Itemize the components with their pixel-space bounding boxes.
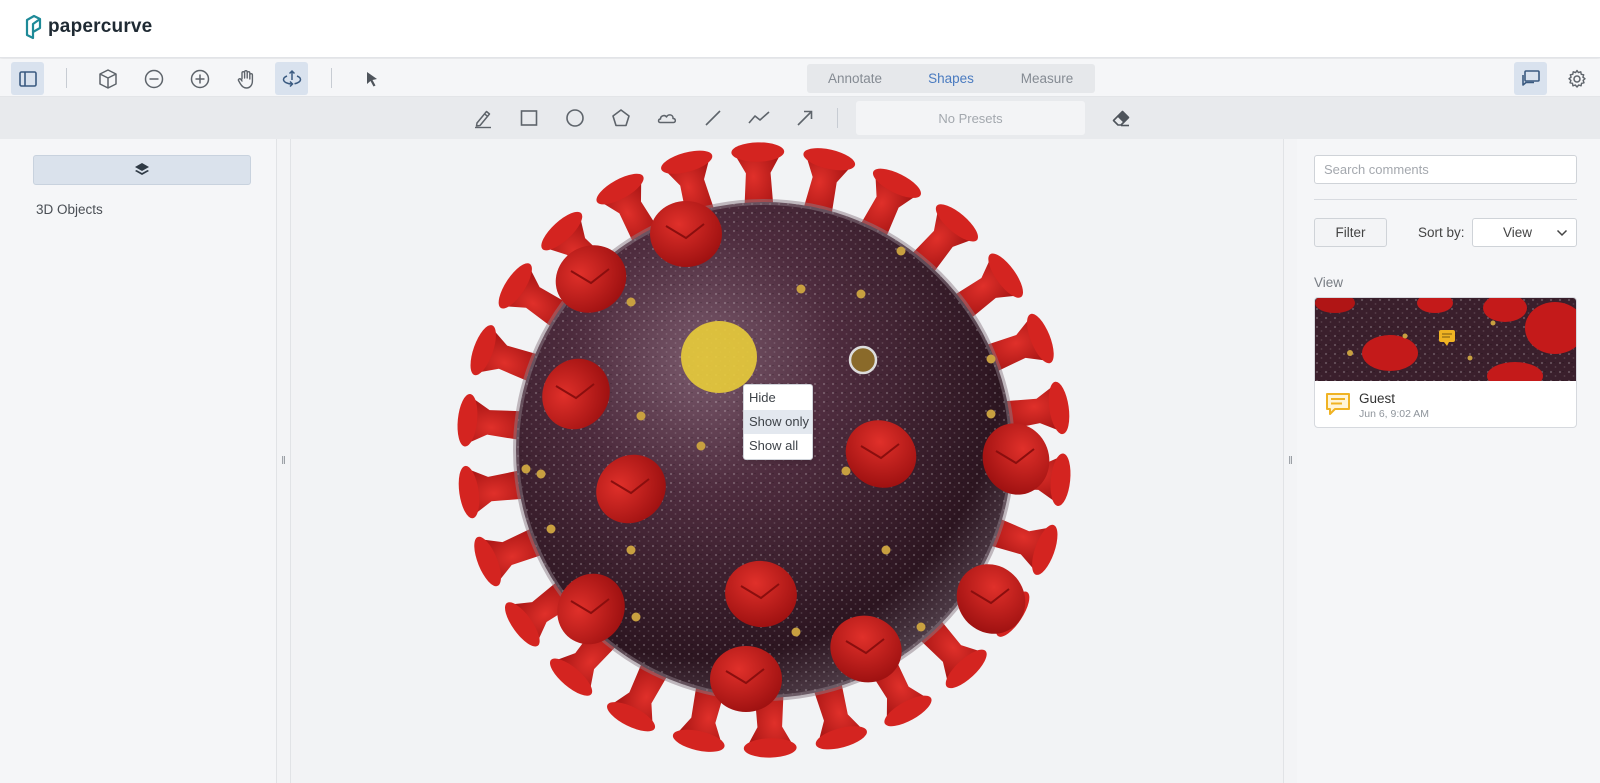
spike-protein[interactable] <box>710 646 782 712</box>
3d-viewport[interactable]: Hide Show only Show all <box>291 139 1283 783</box>
membrane-protein <box>896 246 906 256</box>
membrane-protein <box>986 354 996 364</box>
layers-button[interactable] <box>33 155 251 185</box>
comment-card[interactable]: Guest Jun 6, 9:02 AM <box>1314 297 1577 428</box>
comment-thumbnail <box>1315 298 1576 381</box>
filter-button[interactable]: Filter <box>1314 218 1387 247</box>
polyline-tool-button[interactable] <box>744 103 774 133</box>
membrane-protein <box>536 469 546 479</box>
membrane-protein <box>796 284 806 294</box>
pan-hand-icon <box>237 69 253 89</box>
right-panel-resize-handle[interactable]: ‖ <box>1283 139 1297 783</box>
gear-icon <box>1567 69 1586 88</box>
zoom-in-button[interactable] <box>183 62 216 95</box>
zoom-in-icon <box>190 69 209 88</box>
tab-shapes[interactable]: Shapes <box>903 71 999 86</box>
sidebar-toggle-icon <box>18 70 37 87</box>
layers-icon <box>135 163 149 175</box>
panel-divider <box>1314 199 1577 200</box>
presets-dropdown[interactable]: No Presets <box>856 101 1085 135</box>
membrane-protein <box>521 464 531 474</box>
toolbar-divider <box>331 68 332 88</box>
main-toolbar: Annotate Shapes Measure <box>0 59 1600 97</box>
membrane-protein <box>791 627 801 637</box>
toolbar-divider <box>837 108 838 128</box>
select-button[interactable] <box>355 62 388 95</box>
membrane-protein <box>881 545 891 555</box>
app-logo[interactable]: papercurve <box>24 13 152 41</box>
context-hide[interactable]: Hide <box>744 386 812 410</box>
membrane-protein <box>916 622 926 632</box>
membrane-protein <box>841 466 851 476</box>
sort-value: View <box>1503 225 1533 240</box>
pen-tool-button[interactable] <box>468 103 498 133</box>
comments-toggle-button[interactable] <box>1514 62 1547 95</box>
pen-icon <box>475 110 491 129</box>
polygon-tool-button[interactable] <box>606 103 636 133</box>
membrane-protein <box>636 411 646 421</box>
membrane-protein <box>631 612 641 622</box>
eraser-icon <box>1112 110 1130 127</box>
membrane-protein <box>546 524 556 534</box>
membrane-protein <box>856 289 866 299</box>
orbit-button[interactable] <box>275 62 308 95</box>
chevron-down-icon <box>1556 229 1568 237</box>
rectangle-tool-button[interactable] <box>514 103 544 133</box>
membrane-protein <box>626 297 636 307</box>
context-show-all[interactable]: Show all <box>744 434 812 458</box>
papercurve-logo-icon <box>25 14 42 40</box>
app-name: papercurve <box>48 16 153 37</box>
comment-author: Guest <box>1359 391 1396 406</box>
membrane-protein <box>626 545 636 555</box>
cloud-icon <box>657 114 677 124</box>
zoom-out-button[interactable] <box>137 62 170 95</box>
line-tool-button[interactable] <box>698 103 728 133</box>
app-header: papercurve <box>0 0 1600 58</box>
view-cube-button[interactable] <box>91 62 124 95</box>
comment-date: Jun 6, 9:02 AM <box>1359 408 1430 420</box>
line-icon <box>705 110 721 126</box>
comment-pin[interactable] <box>848 345 878 375</box>
left-panel-resize-handle[interactable]: ‖ <box>277 139 291 783</box>
comments-panel: Filter Sort by: View View <box>1297 139 1600 783</box>
pointer-icon <box>366 71 377 86</box>
circle-icon <box>566 109 584 127</box>
sort-select[interactable]: View <box>1472 218 1577 247</box>
circle-tool-button[interactable] <box>560 103 590 133</box>
mode-tabs: Annotate Shapes Measure <box>807 64 1095 93</box>
comment-group-label: View <box>1314 275 1344 290</box>
tab-measure[interactable]: Measure <box>999 71 1095 86</box>
search-comments-input[interactable] <box>1314 155 1577 184</box>
sort-label: Sort by: <box>1418 225 1465 240</box>
objects-panel: 3D Objects <box>0 139 277 783</box>
polyline-icon <box>748 111 770 124</box>
context-show-only[interactable]: Show only <box>744 410 812 434</box>
orbit-icon <box>282 69 301 87</box>
settings-button[interactable] <box>1560 62 1593 95</box>
eraser-button[interactable] <box>1106 103 1136 133</box>
comments-icon <box>1521 69 1540 86</box>
sidebar-toggle-button[interactable] <box>11 62 44 95</box>
cube-icon <box>98 68 117 89</box>
comment-icon <box>1326 393 1350 415</box>
arrow-tool-button[interactable] <box>790 103 820 133</box>
membrane-protein <box>986 409 996 419</box>
context-menu: Hide Show only Show all <box>743 384 813 460</box>
pan-button[interactable] <box>229 62 262 95</box>
arrow-icon <box>797 110 813 126</box>
selection-highlight[interactable] <box>681 321 757 393</box>
shapes-toolbar: No Presets <box>0 97 1600 139</box>
polygon-icon <box>612 109 630 127</box>
cloud-tool-button[interactable] <box>652 103 682 133</box>
objects-section-label[interactable]: 3D Objects <box>36 202 103 217</box>
rectangle-icon <box>520 110 538 126</box>
spike-protein[interactable] <box>650 201 722 267</box>
zoom-out-icon <box>144 69 163 88</box>
toolbar-divider <box>66 68 67 88</box>
membrane-protein <box>696 441 706 451</box>
tab-annotate[interactable]: Annotate <box>807 71 903 86</box>
virus-model[interactable] <box>291 139 1283 783</box>
